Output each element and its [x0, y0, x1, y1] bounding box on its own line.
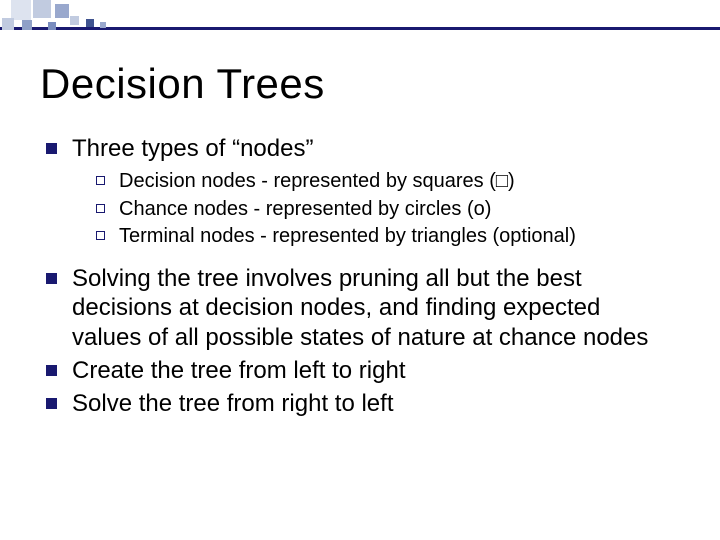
bullet-level1: Solving the tree involves pruning all bu… [46, 264, 674, 352]
deco-square [48, 22, 56, 30]
square-bullet-icon [46, 365, 57, 376]
bullet-level2: Terminal nodes - represented by triangle… [96, 224, 674, 250]
deco-square [55, 4, 69, 18]
bullet-text: Decision nodes - represented by squares … [119, 169, 674, 195]
deco-square [2, 18, 14, 30]
bullet-level1: Create the tree from left to right [46, 356, 674, 385]
hollow-square-bullet-icon [96, 204, 105, 213]
hollow-square-bullet-icon [96, 231, 105, 240]
deco-square [70, 16, 79, 25]
bullet-level1: Solve the tree from right to left [46, 389, 674, 418]
bullet-text: Create the tree from left to right [72, 356, 674, 385]
header-rule [0, 27, 720, 30]
bullet-level2: Decision nodes - represented by squares … [96, 169, 674, 195]
bullet-text: Solve the tree from right to left [72, 389, 674, 418]
square-bullet-icon [46, 143, 57, 154]
deco-square [86, 19, 94, 27]
bullet-text: Terminal nodes - represented by triangle… [119, 224, 674, 250]
deco-square [22, 20, 32, 30]
slide-body: Three types of “nodes” Decision nodes - … [46, 134, 674, 422]
square-bullet-icon [46, 273, 57, 284]
deco-square [11, 0, 31, 20]
sub-bullet-group: Decision nodes - represented by squares … [96, 169, 674, 250]
deco-square [100, 22, 106, 28]
bullet-level2: Chance nodes - represented by circles (ο… [96, 197, 674, 223]
deco-square [33, 0, 51, 18]
bullet-text: Chance nodes - represented by circles (ο… [119, 197, 674, 223]
slide: Decision Trees Three types of “nodes” De… [0, 0, 720, 540]
bullet-level1: Three types of “nodes” [46, 134, 674, 163]
square-bullet-icon [46, 398, 57, 409]
slide-title: Decision Trees [40, 60, 325, 108]
header-decoration [0, 0, 720, 32]
bullet-text: Three types of “nodes” [72, 134, 674, 163]
hollow-square-bullet-icon [96, 176, 105, 185]
bullet-text: Solving the tree involves pruning all bu… [72, 264, 674, 352]
